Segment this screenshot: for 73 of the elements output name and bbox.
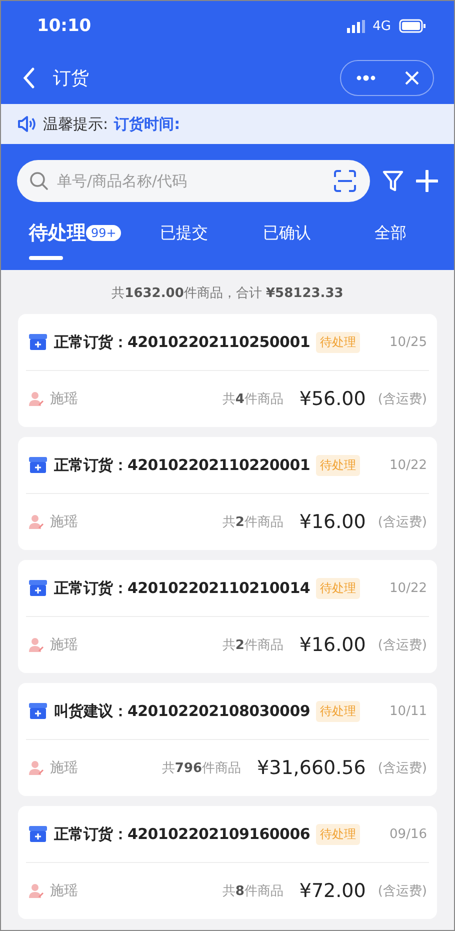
tab[interactable]: 全部 <box>338 214 442 258</box>
person-name: 施瑶 <box>50 513 79 531</box>
notice-label: 温馨提示: <box>43 114 108 134</box>
person-icon <box>28 514 44 530</box>
order-title: 正常订货：420102202109160006 <box>54 824 310 844</box>
signal-icon <box>346 20 365 32</box>
order-summary: 共1632.00件商品，合计 ¥58123.33 <box>110 285 344 303</box>
shipping-note: (含运费) <box>378 637 427 654</box>
network-label: 4G <box>372 18 391 34</box>
order-card[interactable]: 正常订货：420102202110210014 待处理 10/22 施瑶 共2件商品 ¥16.00 (含运费) <box>18 560 437 673</box>
status-tag: 待处理 <box>316 824 360 844</box>
order-date: 10/11 <box>390 704 427 718</box>
person-icon <box>28 760 44 776</box>
add-icon[interactable] <box>416 170 438 192</box>
person-icon <box>28 883 44 899</box>
order-date: 10/25 <box>390 334 427 350</box>
item-count: 共8件商品 <box>222 883 284 900</box>
count-badge: 99+ <box>86 225 122 241</box>
status-tag: 待处理 <box>316 578 360 598</box>
order-box-icon <box>28 702 48 720</box>
person-name: 施瑶 <box>50 636 79 654</box>
person-name: 施瑶 <box>50 759 79 777</box>
order-title: 正常订货：420102202110250001 <box>54 332 310 352</box>
back-icon[interactable] <box>23 66 35 88</box>
close-icon[interactable] <box>404 70 418 84</box>
shipping-note: (含运费) <box>378 760 427 777</box>
order-box-icon <box>28 825 48 843</box>
order-box-icon <box>28 579 48 597</box>
person-icon <box>28 391 44 407</box>
order-title: 正常订货：420102202110220001 <box>54 456 310 474</box>
battery-icon <box>399 19 426 33</box>
order-card[interactable]: 叫货建议：420102202108030009 待处理 10/11 施瑶 共796件商品 ¥31,660.56 (含运费) <box>18 683 437 796</box>
search-icon <box>29 171 49 191</box>
order-card[interactable]: 正常订货：420102202110220001 待处理 10/22 施瑶 共2件商品 ¥16.00 (含运费) <box>18 437 437 550</box>
item-count: 共2件商品 <box>222 514 284 531</box>
item-count: 共4件商品 <box>222 391 284 408</box>
item-count: 共2件商品 <box>222 637 284 654</box>
shipping-note: (含运费) <box>378 514 427 531</box>
scan-icon[interactable] <box>334 170 356 192</box>
order-card[interactable]: 正常订货：420102202110250001 待处理 10/25 施瑶 共4件商品 ¥56.00 (含运费) <box>18 314 437 427</box>
tab[interactable]: 已提交 <box>132 214 236 258</box>
person-icon <box>28 637 44 653</box>
more-icon[interactable] <box>356 74 376 80</box>
order-date: 10/22 <box>390 580 427 596</box>
order-date: 09/16 <box>390 826 427 842</box>
order-price: ¥56.00 <box>299 388 366 410</box>
page-title: 订货 <box>53 66 90 90</box>
item-count: 共796件商品 <box>162 760 242 777</box>
shipping-note: (含运费) <box>378 883 427 900</box>
status-tag: 待处理 <box>316 700 360 722</box>
status-time: 10:10 <box>37 16 92 36</box>
shipping-note: (含运费) <box>378 391 427 408</box>
order-title: 正常订货：420102202110210014 <box>54 578 310 598</box>
order-title: 叫货建议：420102202108030009 <box>54 702 310 720</box>
order-price: ¥31,660.56 <box>257 757 366 779</box>
status-tag: 待处理 <box>316 454 360 476</box>
tab[interactable]: 待处理 99+ <box>13 212 132 260</box>
order-date: 10/22 <box>390 458 427 472</box>
person-name: 施瑶 <box>50 390 79 408</box>
speaker-icon <box>17 115 37 133</box>
person-name: 施瑶 <box>50 882 79 900</box>
order-box-icon <box>28 456 48 474</box>
order-price: ¥16.00 <box>299 634 366 656</box>
filter-icon[interactable] <box>382 170 404 192</box>
notice-text: 订货时间: <box>114 114 180 134</box>
tab[interactable]: 已确认 <box>236 214 339 258</box>
order-price: ¥72.00 <box>299 880 366 902</box>
order-box-icon <box>28 333 48 351</box>
search-field[interactable]: 单号/商品名称/代码 <box>55 171 328 191</box>
order-card[interactable]: 正常订货：420102202109160006 待处理 09/16 施瑶 共8件商品 ¥72.00 (含运费) <box>18 806 437 919</box>
search-bar[interactable]: 单号/商品名称/代码 <box>17 160 370 202</box>
order-price: ¥16.00 <box>299 511 366 533</box>
status-tag: 待处理 <box>316 332 360 352</box>
